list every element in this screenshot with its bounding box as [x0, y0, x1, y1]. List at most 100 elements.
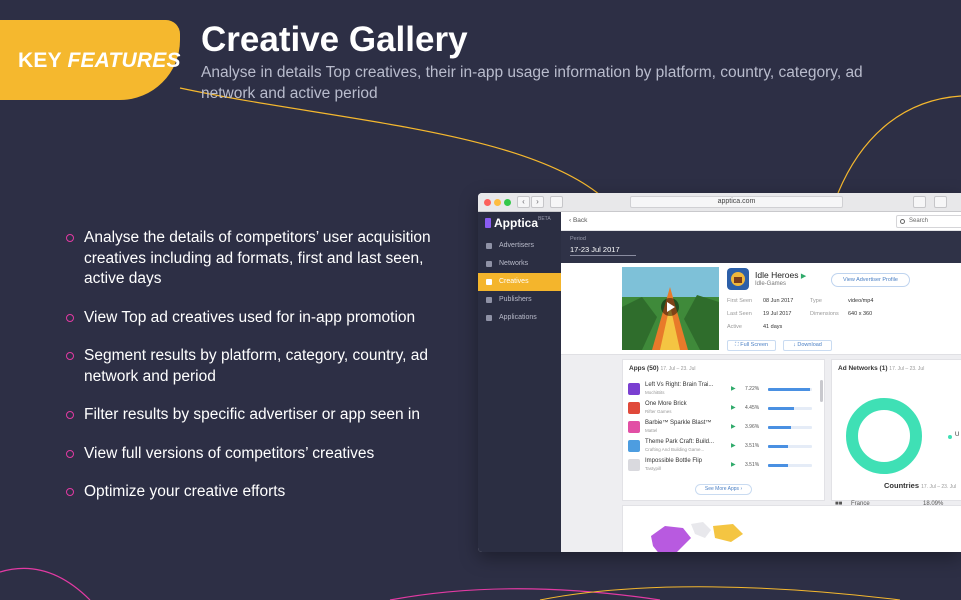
active-days: Active 41 days [727, 324, 782, 330]
country-pct: 18.09% [923, 501, 944, 507]
app-row-bar [768, 407, 812, 410]
feature-text: Analyse the details of competitors’ user… [84, 229, 431, 287]
first-seen: First Seen 08 Jun 2017 [727, 298, 793, 304]
grid-icon [486, 315, 492, 321]
page-subtitle: Analyse in details Top creatives, their … [201, 64, 863, 102]
app-row-developer: Rifter Games [645, 409, 672, 414]
table-row[interactable]: Barbie™ Sparkle Blast™ Mattel ▶ 3.96% [628, 418, 818, 437]
browser-forward-button[interactable]: › [531, 196, 544, 208]
logo-mark-icon [485, 218, 491, 228]
country-flag-icon: ■■ [835, 501, 843, 507]
feature-text: Optimize your creative efforts [84, 483, 286, 500]
download-button[interactable]: ↓ Download [783, 340, 832, 351]
app-row-bar-fill [768, 426, 791, 429]
full-screen-button[interactable]: ⛶ Full Screen [727, 340, 776, 351]
app-row-percent: 7.22% [745, 386, 760, 392]
feature-item: Segment results by platform, category, c… [66, 346, 446, 387]
google-play-icon: ▶ [731, 462, 736, 468]
view-advertiser-profile-button[interactable]: View Advertiser Profile [831, 273, 910, 287]
brush-icon [486, 279, 492, 285]
see-more-apps-button[interactable]: See More Apps › [695, 484, 752, 495]
yellow-curve-top [179, 87, 601, 196]
tabs-icon[interactable] [934, 196, 947, 208]
feature-list: Analyse the details of competitors’ user… [66, 228, 446, 521]
dimensions-value: 640 x 360 [848, 311, 873, 317]
main-content: Idle Heroes ▶ Idle-Games View Advertiser… [561, 263, 961, 552]
browser-toolbar: ‹ › apptica.com [478, 193, 961, 212]
address-bar[interactable]: apptica.com [630, 196, 843, 208]
app-row-developer: Tastypill [645, 466, 662, 471]
ad-networks-card: Ad Networks (1) 17. Jul – 23. Jul U [831, 359, 961, 501]
countries-date: 17. Jul – 23. Jul [921, 484, 957, 490]
app-row-percent: 4.45% [745, 405, 760, 411]
apps-scrollbar[interactable] [820, 380, 823, 402]
app-row-percent: 3.51% [745, 443, 760, 449]
search-input[interactable]: Search [896, 215, 961, 228]
sidebar-item-advertisers[interactable]: Advertisers [478, 237, 561, 255]
app-row-name: Theme Park Craft: Build... [645, 439, 715, 445]
period-label: Period [570, 236, 586, 242]
period-select[interactable]: 17-23 Jul 2017 [570, 245, 636, 256]
yellow-curve-bottom [539, 586, 901, 600]
network-icon [486, 261, 492, 267]
google-play-icon: ▶ [800, 273, 807, 280]
sidebar-item-applications[interactable]: Applications [478, 309, 561, 327]
feature-item: Filter results by specific advertiser or… [66, 405, 446, 426]
minimize-window-icon[interactable] [494, 199, 501, 206]
sidebar-item-networks[interactable]: Networks [478, 255, 561, 273]
badge-word-key: KEY [18, 49, 68, 72]
country-name: France [851, 501, 870, 507]
table-row[interactable]: Theme Park Craft: Build... Crafting And B… [628, 437, 818, 456]
app-sidebar: AppticaBETA Advertisers Networks Creativ… [478, 212, 561, 552]
back-link[interactable]: ‹ Back [569, 217, 587, 224]
app-row-bar-fill [768, 464, 789, 467]
table-row[interactable]: Left Vs Right: Brain Trai... MochiBits ▶ 7.… [628, 380, 818, 399]
creative-video-thumbnail[interactable] [622, 267, 719, 350]
legend-label: U [955, 432, 960, 438]
bulb-icon [486, 297, 492, 303]
app-row-bar [768, 445, 812, 448]
active-label: Active [727, 324, 742, 330]
app-row-name: Impossible Bottle Flip [645, 458, 703, 464]
sidebar-toggle-icon[interactable] [550, 196, 563, 208]
close-window-icon[interactable] [484, 199, 491, 206]
feature-text: View Top ad creatives used for in-app pr… [84, 308, 416, 326]
sidebar-item-publishers[interactable]: Publishers [478, 291, 561, 309]
feature-item: View Top ad creatives used for in-app pr… [66, 308, 446, 329]
sidebar-item-label: Publishers [499, 296, 532, 303]
countries-title: Countries 17. Jul – 23. Jul [884, 481, 956, 490]
maximize-window-icon[interactable] [504, 199, 511, 206]
feature-item: Analyse the details of competitors’ user… [66, 228, 446, 290]
browser-back-button[interactable]: ‹ [517, 196, 530, 208]
type-value: video/mp4 [848, 298, 874, 304]
sidebar-item-label: Creatives [499, 278, 529, 285]
share-icon[interactable] [913, 196, 926, 208]
app-row-name: One More Brick [645, 401, 687, 407]
app-row-developer: Mattel [645, 428, 658, 433]
apps-card-date: 17. Jul – 23. Jul [660, 366, 696, 372]
app-icon [628, 402, 640, 414]
feature-text: Filter results by specific advertiser or… [84, 406, 420, 423]
bullet-circle-icon [66, 411, 74, 419]
pink-curve-bottom [389, 588, 661, 600]
sidebar-item-creatives[interactable]: Creatives [478, 273, 561, 291]
google-play-icon: ▶ [731, 386, 736, 392]
table-row[interactable]: One More Brick Rifter Games ▶ 4.45% [628, 399, 818, 418]
bullet-circle-icon [66, 234, 74, 242]
table-row[interactable]: Impossible Bottle Flip Tastypill ▶ 3.51% [628, 456, 818, 475]
page-title: Creative Gallery [201, 20, 468, 59]
google-play-icon: ▶ [731, 424, 736, 430]
type-label: Type [810, 298, 822, 304]
active-value: 41 days [763, 324, 783, 330]
world-map [651, 522, 743, 552]
app-row-bar-fill [768, 445, 789, 448]
countries-title-text: Countries [884, 481, 920, 490]
last-seen-label: Last Seen [727, 311, 752, 317]
logo-beta: BETA [538, 216, 551, 222]
app-row-percent: 3.51% [745, 462, 760, 468]
feature-item: Optimize your creative efforts [66, 482, 446, 503]
badge-text: KEY FEATURES [18, 49, 181, 73]
countries-card [622, 505, 961, 552]
badge-word-features: FEATURES [67, 49, 181, 72]
logo-text: Apptica [494, 216, 539, 230]
